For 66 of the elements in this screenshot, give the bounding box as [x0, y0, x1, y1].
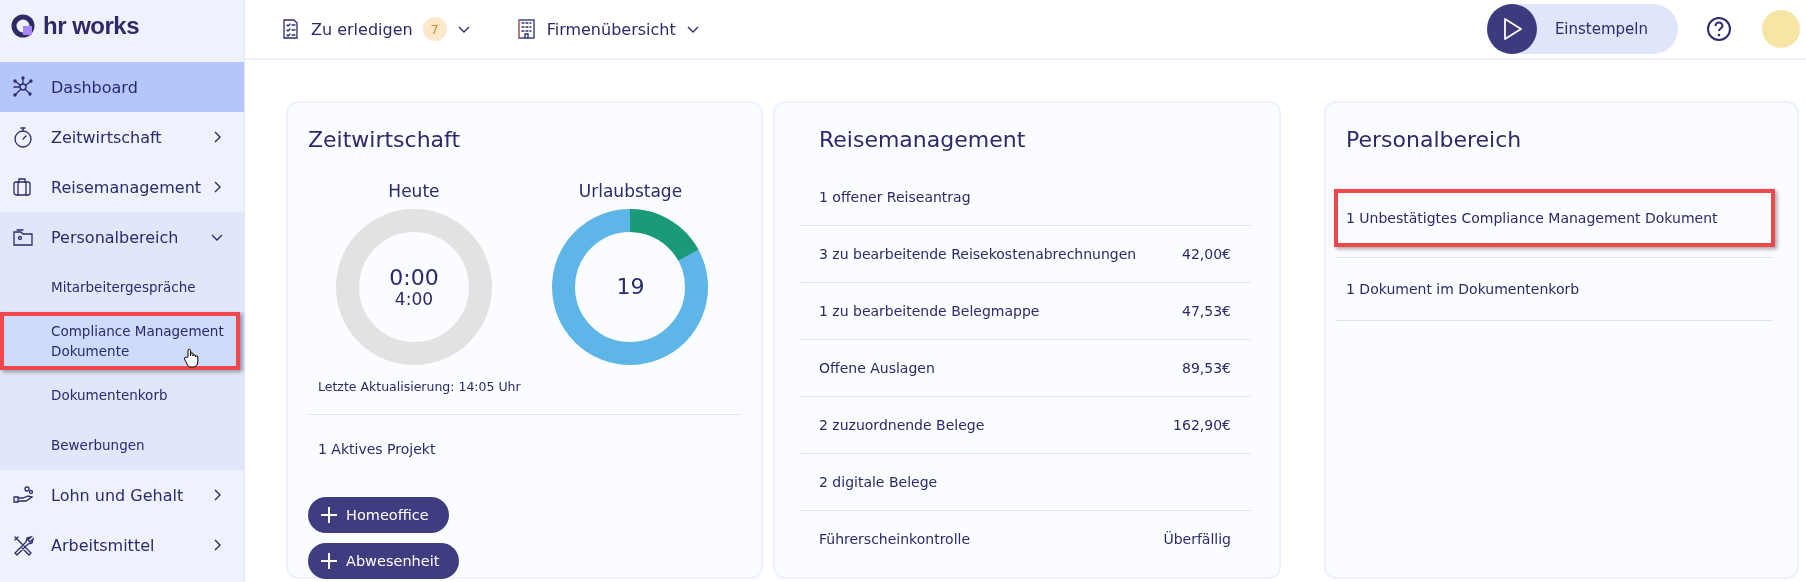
list-row[interactable]: Offene Auslagen 89,53€ — [799, 340, 1251, 397]
row-label: 1 zu bearbeitende Belegmappe — [819, 303, 1040, 319]
row-amount: Überfällig — [1163, 531, 1231, 547]
row-amount: 162,90€ — [1173, 417, 1231, 433]
logo-mark-icon — [10, 13, 36, 39]
list-row[interactable]: 2 zuzuordnende Belege 162,90€ — [799, 397, 1251, 454]
row-label: 1 offener Reiseantrag — [819, 189, 971, 205]
dropdown-menu[interactable]: Firmenübersicht — [512, 15, 704, 43]
sidebar-item[interactable]: Personalbereich — [0, 212, 244, 262]
menu-label: Zu erledigen — [311, 19, 413, 39]
list-row[interactable]: Führerscheinkontrolle Überfällig — [799, 511, 1251, 567]
add-button[interactable]: Abwesenheit — [308, 543, 460, 579]
plus-icon — [320, 552, 338, 570]
list-row[interactable]: 1 zu bearbeitende Belegmappe 47,53€ — [799, 283, 1251, 340]
gauge-label: Heute — [388, 181, 440, 203]
list-row[interactable]: 1 Unbestätigtes Compliance Management Dokument — [1336, 187, 1773, 258]
building-icon — [516, 19, 537, 39]
sidebar-item[interactable]: Reisemanagement — [0, 162, 244, 212]
row-label: 2 digitale Belege — [819, 474, 938, 490]
row-label: Führerscheinkontrolle — [819, 531, 971, 547]
logo-text: hr works — [43, 12, 140, 40]
row-label: 3 zu bearbeitende Reisekostenabrechnungen — [819, 246, 1137, 262]
suitcase-icon — [12, 176, 34, 198]
card-title: Personalbereich — [1345, 125, 1523, 154]
list-row[interactable]: 2 digitale Belege — [799, 454, 1251, 511]
pointer-hand-icon — [183, 348, 199, 368]
row-amount: 42,00€ — [1182, 246, 1231, 262]
update-time: Letzte Aktualisierung: 14:05 Uhr — [318, 379, 522, 394]
sidebar-item[interactable]: Arbeitsmittel — [0, 520, 244, 570]
row-label: 2 zuzuordnende Belege — [819, 417, 985, 433]
submenu-item[interactable]: Dokumentenkorb — [0, 370, 244, 420]
checklist-icon — [281, 19, 301, 39]
hand-icon — [12, 484, 34, 506]
menu-label: Firmenübersicht — [546, 19, 676, 39]
row-label: Offene Auslagen — [819, 360, 935, 376]
card-title: Zeitwirtschaft — [308, 125, 462, 154]
list-row[interactable]: 1 offener Reiseantrag — [799, 169, 1251, 226]
dropdown-menu[interactable]: Zu erledigen 7 — [277, 13, 475, 45]
clock-in-button[interactable]: Einstempeln — [1486, 4, 1678, 54]
submenu-item[interactable]: Compliance Management Dokumente — [0, 312, 244, 370]
row-amount: 47,53€ — [1182, 303, 1231, 319]
row-label: 1 Unbestätigtes Compliance Management Dokument — [1346, 210, 1718, 226]
row-amount: 89,53€ — [1182, 360, 1231, 376]
gauge-label: Urlaubstage — [578, 181, 683, 203]
plus-icon — [320, 506, 338, 524]
submenu-item[interactable]: Mitarbeitergespräche — [0, 262, 244, 312]
project-link[interactable]: 1 Aktives Projekt — [318, 441, 741, 457]
sidebar-item[interactable]: Zeitwirtschaft — [0, 112, 244, 162]
add-button[interactable]: Homeoffice — [308, 497, 449, 533]
row-label: 1 Dokument im Dokumentenkorb — [1346, 281, 1580, 297]
card-title: Reisemanagement — [818, 125, 1027, 154]
sidebar-item[interactable]: Dashboard — [0, 62, 244, 112]
gauge-value: 19 — [616, 275, 645, 299]
count-badge: 7 — [422, 17, 447, 41]
help-icon[interactable] — [1706, 16, 1732, 42]
stopwatch-icon — [12, 126, 34, 148]
tools-icon — [12, 534, 34, 556]
sidebar-item[interactable]: Lohn und Gehalt — [0, 470, 244, 520]
gauge-value: 4:00 — [394, 290, 434, 308]
list-row[interactable]: 3 zu bearbeitende Reisekostenabrechnungen 42,00€ — [799, 226, 1251, 283]
folder-icon — [12, 226, 34, 248]
network-icon — [12, 76, 34, 98]
submenu-item[interactable]: Bewerbungen — [0, 420, 244, 470]
list-row[interactable]: 1 Dokument im Dokumentenkorb — [1336, 258, 1773, 321]
play-icon — [1486, 4, 1537, 54]
gauge-value: 0:00 — [389, 266, 439, 290]
